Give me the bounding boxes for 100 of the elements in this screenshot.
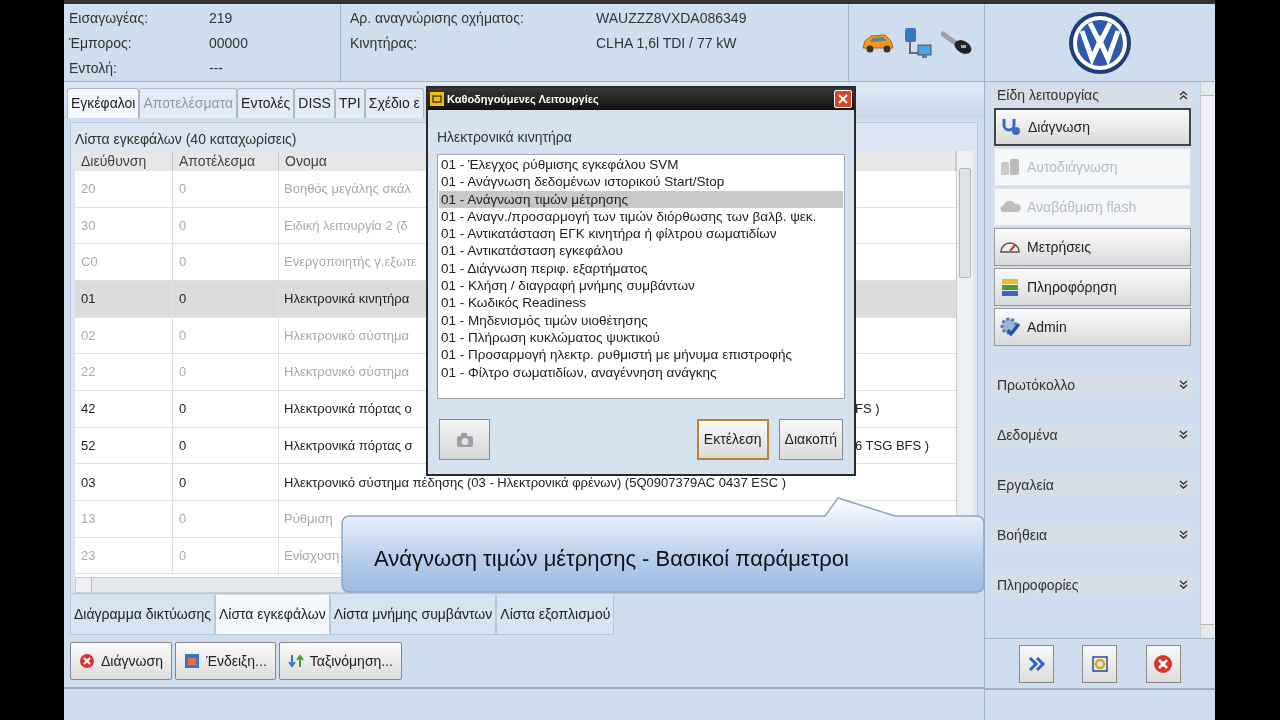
expand-icon[interactable] xyxy=(1179,580,1188,590)
table-cell: 0 xyxy=(173,464,279,501)
stethoscope-icon xyxy=(1000,116,1022,138)
dialog-button[interactable]: Εκτέλεση xyxy=(696,419,769,460)
mode-button[interactable]: Admin xyxy=(994,308,1191,346)
toolbar-button[interactable]: Ένδειξη... xyxy=(174,642,276,680)
table-cell-text: Ηλεκτρονικά πόρτας σ xyxy=(284,436,413,455)
key-icon[interactable] xyxy=(940,29,973,56)
table-cell: 0 xyxy=(173,537,279,574)
close-button[interactable] xyxy=(1145,644,1181,683)
table-cell-text: Ηλεκτρονικά κινητήρα xyxy=(284,290,410,309)
list-item[interactable]: 01 - Κλήση / διαγραφή μνήμης συμβάντων xyxy=(439,277,843,295)
forward-button[interactable] xyxy=(1019,644,1055,683)
section-header[interactable]: Είδη λειτουργίας xyxy=(991,84,1194,106)
dialog-button[interactable]: Διακοπή xyxy=(778,419,843,460)
table-cell: 0 xyxy=(173,427,279,464)
field-value: CLHA 1,6l TDI / 77 kW xyxy=(596,34,737,53)
list-item[interactable]: 01 - Κωδικός Readiness xyxy=(439,294,843,312)
tab[interactable]: TPI xyxy=(334,88,365,118)
tab[interactable]: Λίστα εγκεφάλων xyxy=(214,595,330,635)
vertical-scrollbar[interactable] xyxy=(1200,82,1215,638)
field-label: Κινητήρας: xyxy=(350,34,419,53)
list-item[interactable]: 01 - Αναγν./προσαρμογή των τιμών διόρθωσης των βαλβ. ψεκ. xyxy=(439,207,843,226)
collapse-icon[interactable] xyxy=(1179,90,1188,100)
table-cell-text: Ενίσχυση xyxy=(284,546,340,565)
camera-button[interactable] xyxy=(439,419,490,460)
table-cell-text: Ειδική λειτουργία 2 (δ xyxy=(284,216,408,235)
double-chevron-icon xyxy=(1027,655,1046,672)
expand-icon[interactable] xyxy=(1179,480,1188,490)
tab[interactable]: Εντολές xyxy=(237,88,295,118)
logo-icon xyxy=(1068,10,1132,75)
close-icon xyxy=(838,94,848,104)
field-value: 00000 xyxy=(209,34,248,53)
window-icon xyxy=(183,653,200,669)
list-item[interactable]: 01 - Αντικατάσταση ΕΓΚ κινητήρα ή φίλτρου σωματιδίων xyxy=(439,225,843,243)
table-cell: 0 xyxy=(173,207,279,244)
table-cell[interactable]: 01 xyxy=(75,280,173,317)
car-icon[interactable] xyxy=(860,31,895,54)
frame-button[interactable] xyxy=(1082,644,1118,683)
camera-icon xyxy=(454,431,475,448)
tab[interactable]: Λίστα εξοπλισμού xyxy=(496,595,615,635)
toolbar-button[interactable]: Διάγνωση xyxy=(70,642,172,680)
table-cell-text: Ηλεκτρονικό σύστημα xyxy=(284,363,410,382)
network-icon[interactable] xyxy=(902,26,933,59)
section-header[interactable]: Βοήθεια xyxy=(991,524,1194,546)
table-cell[interactable]: 03 xyxy=(75,464,173,501)
mode-button[interactable]: Μετρήσεις xyxy=(994,228,1191,266)
close-icon xyxy=(1153,653,1174,674)
tab[interactable]: DISS xyxy=(294,88,335,118)
list-item[interactable]: 01 - Πλήρωση κυκλώματος ψυκτικού xyxy=(439,328,843,347)
table-cell-text: Ρύθμιση xyxy=(284,510,333,529)
section-header[interactable]: Πληροφορίες xyxy=(991,574,1194,596)
list-item[interactable]: 01 - Διάγνωση περιφ. εξαρτήματος xyxy=(439,259,843,278)
list-item[interactable]: 01 - Ανάγνωση δεδομένων ιστορικού Start/Stop xyxy=(439,173,843,191)
field-label: Εντολή: xyxy=(69,59,118,78)
sort-icon xyxy=(287,653,304,669)
frame-icon xyxy=(1090,653,1110,674)
table-cell[interactable]: 52 xyxy=(75,427,173,464)
callout-text: Ανάγνωση τιμών μέτρησης - Βασικοί παράμετροι xyxy=(374,545,849,573)
gear-check-icon xyxy=(999,316,1021,338)
dialog-title: Καθοδηγούμενες Λειτουργίες xyxy=(447,91,600,107)
table-cell: 0 xyxy=(173,354,279,391)
field-value: 219 xyxy=(209,9,233,28)
table-cell: 0 xyxy=(173,244,279,280)
list-item[interactable]: 01 - Έλεγχος ρύθμισης εγκεφάλου SVM xyxy=(439,156,843,174)
list-item[interactable]: 01 - Αντικατάσταση εγκεφάλου xyxy=(439,242,843,260)
toolbar-button[interactable]: Ταξινόμηση... xyxy=(278,642,402,680)
mode-button[interactable]: Διάγνωση xyxy=(994,108,1191,146)
mode-button[interactable]: Πληροφόρηση xyxy=(994,268,1191,306)
table-cell[interactable]: 42 xyxy=(75,391,173,427)
table-cell-text: Ηλεκτρονικά πόρτας ο xyxy=(284,400,412,419)
dialog-label: Ηλεκτρονικά κινητήρα xyxy=(436,128,573,147)
expand-icon[interactable] xyxy=(1179,380,1188,390)
tab[interactable]: Εγκέφαλοι xyxy=(67,88,140,118)
field-label: Αρ. αναγνώρισης οχήματος: xyxy=(350,9,525,28)
list-item[interactable]: 01 - Φίλτρο σωματιδίων, αναγέννηση ανάγκης xyxy=(439,363,843,381)
list-item[interactable]: 01 - Μηδενισμός τιμών υιοθέτησης xyxy=(439,311,843,329)
expand-icon[interactable] xyxy=(1179,430,1188,440)
list-title: Λίστα εγκεφάλων (40 καταχωρίσεις) xyxy=(75,130,297,149)
section-header[interactable]: Εργαλεία xyxy=(991,474,1194,496)
tab[interactable]: Σχέδιο ε xyxy=(364,88,424,118)
tab[interactable]: Διάγραμμα δικτύωσης xyxy=(70,595,215,635)
field-label: Εισαγωγέας: xyxy=(69,9,150,28)
field-label: Έμπορος: xyxy=(69,34,133,53)
table-cell-text: Ηλεκτρονικό σύστημα πέδησης (03 - Ηλεκτρονικά φρένων) (5Q0907379AC 0437 ESC ) xyxy=(284,473,787,492)
tab[interactable]: Λίστα μνήμης συμβάντων xyxy=(329,595,497,635)
table-cell: 0 xyxy=(173,170,279,207)
table-cell: 0 xyxy=(173,317,279,354)
section-header[interactable]: Πρωτόκολλο xyxy=(991,374,1194,396)
table-cell-text: 6 TSG BFS ) xyxy=(855,436,930,455)
section-header[interactable]: Δεδομένα xyxy=(991,424,1194,446)
list-item[interactable]: 01 - Ανάγνωση τιμών μέτρησης xyxy=(439,190,843,208)
field-value: WAUZZZ8VXDA086349 xyxy=(596,9,747,28)
field-value: --- xyxy=(209,59,223,78)
table-cell-text: Βοηθός μεγάλης σκάλ xyxy=(284,180,411,198)
table-cell: 0 xyxy=(173,391,279,427)
table-cell-text: Ενεργοποιητής γ.εξωτε xyxy=(284,253,417,272)
books-icon xyxy=(999,276,1021,298)
list-item[interactable]: 01 - Προσαρμογή ηλεκτρ. ρυθμιστή με μήνυμα επιστροφής xyxy=(439,346,843,364)
expand-icon[interactable] xyxy=(1179,530,1188,540)
